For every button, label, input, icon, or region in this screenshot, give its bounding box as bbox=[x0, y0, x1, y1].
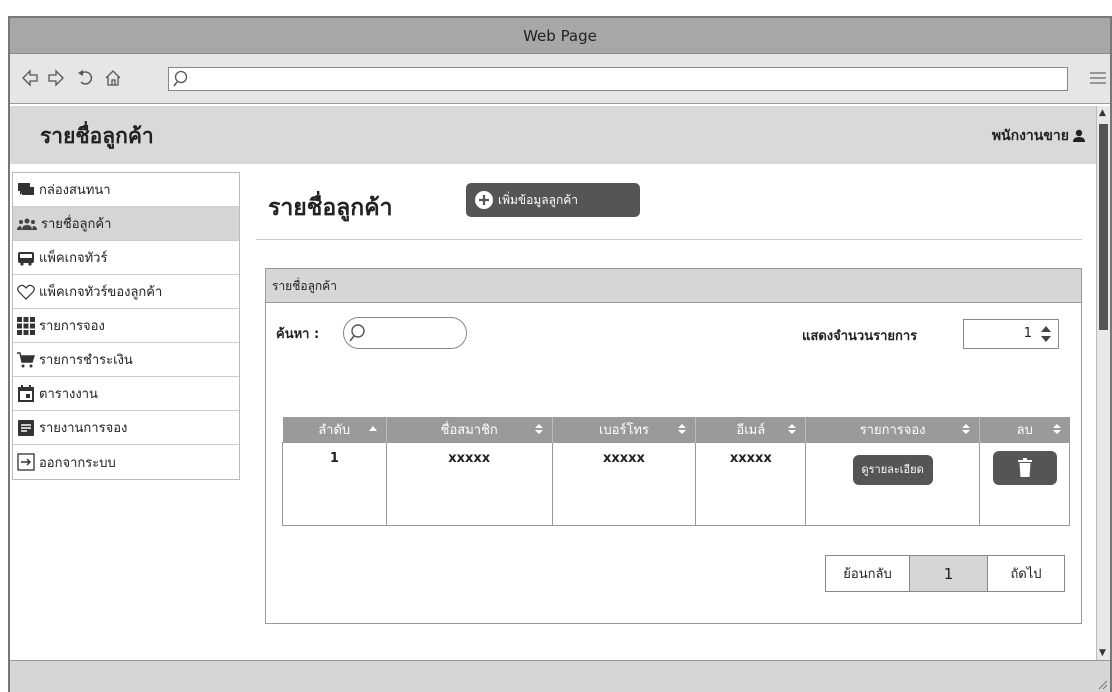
home-icon[interactable] bbox=[103, 68, 123, 88]
col-header-bookings[interactable]: รายการจอง bbox=[805, 417, 981, 442]
customer-table: ลำดับ ชื่อสมาชิก เบอร์โทร อีเมล์ รายการจ… bbox=[282, 417, 1070, 526]
search-label: ค้นหา : bbox=[276, 327, 320, 342]
page-size-label: แสดงจำนวนรายการ bbox=[802, 329, 918, 344]
browser-window: Web Page รายชื่อลูกค้า พนักงานขาย กล่องส… bbox=[8, 16, 1112, 692]
sort-icon bbox=[962, 424, 971, 434]
users-icon bbox=[17, 218, 37, 230]
back-icon[interactable] bbox=[20, 68, 40, 88]
app-title: รายชื่อลูกค้า bbox=[40, 124, 154, 148]
table-row: 1 xxxxx xxxxx xxxxx ดูรายละเอียด bbox=[282, 441, 1070, 526]
search-input[interactable] bbox=[374, 324, 460, 342]
browser-toolbar bbox=[10, 54, 1110, 104]
sort-icon bbox=[534, 424, 543, 434]
col-header-phone[interactable]: เบอร์โทร bbox=[552, 417, 697, 442]
window-title: Web Page bbox=[10, 18, 1110, 54]
user-menu[interactable]: พนักงานขาย bbox=[992, 125, 1086, 147]
col-header-no[interactable]: ลำดับ bbox=[282, 417, 387, 442]
sort-icon bbox=[678, 424, 687, 434]
plus-circle-icon bbox=[475, 191, 493, 209]
add-customer-button[interactable]: เพิ่มข้อมูลลูกค้า bbox=[466, 183, 640, 217]
sort-icon bbox=[1052, 424, 1061, 434]
sidebar-item-payments[interactable]: รายการชำระเงิน bbox=[13, 343, 239, 377]
trash-icon bbox=[1017, 457, 1032, 477]
bus-icon bbox=[18, 251, 34, 266]
pagination: ย้อนกลับ 1 ถัดไป bbox=[825, 555, 1065, 592]
customer-panel: รายชื่อลูกค้า ค้นหา : แสดงจำนวนรายการ 1 … bbox=[265, 268, 1082, 624]
sidebar-item-label: รายการชำระเงิน bbox=[39, 353, 133, 368]
app-header: รายชื่อลูกค้า พนักงานขาย bbox=[10, 106, 1098, 164]
sidebar-item-label: รายชื่อลูกค้า bbox=[41, 217, 112, 232]
sidebar-item-chat[interactable]: กล่องสนทนา bbox=[13, 173, 239, 207]
scroll-up-icon[interactable]: ▲ bbox=[1099, 108, 1106, 118]
prev-page-button[interactable]: ย้อนกลับ bbox=[826, 556, 910, 591]
sidebar-item-label: ตารางงาน bbox=[39, 387, 98, 402]
search-box[interactable] bbox=[343, 317, 467, 349]
url-bar[interactable] bbox=[168, 67, 1068, 91]
col-header-delete[interactable]: ลบ bbox=[979, 417, 1070, 442]
sort-icon bbox=[788, 424, 797, 434]
page-title: รายชื่อลูกค้า bbox=[268, 195, 393, 221]
scroll-thumb[interactable] bbox=[1099, 124, 1108, 330]
vertical-scrollbar[interactable]: ▲ ▼ bbox=[1096, 106, 1110, 660]
cell-delete bbox=[979, 441, 1070, 526]
cell-phone: xxxxx bbox=[551, 441, 697, 526]
search-icon bbox=[349, 324, 365, 342]
cell-no: 1 bbox=[282, 441, 387, 526]
sidebar-item-bookings[interactable]: รายการจอง bbox=[13, 309, 239, 343]
sidebar-item-label: กล่องสนทนา bbox=[39, 183, 111, 198]
current-page[interactable]: 1 bbox=[910, 556, 988, 591]
view-details-button[interactable]: ดูรายละเอียด bbox=[852, 454, 933, 485]
sidebar-item-label: แพ็คเกจทัวร์ bbox=[39, 251, 108, 266]
sidebar-item-tour-packages[interactable]: แพ็คเกจทัวร์ bbox=[13, 241, 239, 275]
chat-icon bbox=[18, 182, 34, 195]
sidebar-item-label: รายการจอง bbox=[39, 319, 105, 334]
menu-icon[interactable] bbox=[1088, 68, 1108, 88]
user-label: พนักงานขาย bbox=[991, 128, 1069, 144]
page-size-value: 1 bbox=[1023, 326, 1032, 341]
cart-icon bbox=[17, 351, 35, 367]
next-page-button[interactable]: ถัดไป bbox=[988, 556, 1064, 591]
delete-button[interactable] bbox=[992, 450, 1057, 485]
grid-icon bbox=[17, 316, 35, 335]
logout-icon bbox=[17, 453, 35, 471]
forward-icon[interactable] bbox=[46, 68, 66, 88]
sidebar-item-label: ออกจากระบบ bbox=[39, 455, 116, 471]
resize-grip-icon[interactable] bbox=[1096, 678, 1108, 690]
calendar-icon bbox=[18, 384, 34, 402]
report-icon bbox=[18, 419, 34, 436]
col-header-name[interactable]: ชื่อสมาชิก bbox=[386, 417, 553, 442]
sidebar-item-schedule[interactable]: ตารางงาน bbox=[13, 377, 239, 411]
cell-bookings: ดูรายละเอียด bbox=[805, 441, 981, 526]
scroll-down-icon[interactable]: ▼ bbox=[1099, 648, 1106, 658]
sidebar-item-reports[interactable]: รายงานการจอง bbox=[13, 411, 239, 445]
search-icon bbox=[173, 70, 188, 87]
heart-icon bbox=[17, 284, 35, 300]
status-bar bbox=[10, 660, 1110, 692]
page-viewport: รายชื่อลูกค้า พนักงานขาย กล่องสนทนา รายช… bbox=[10, 106, 1098, 660]
reload-icon[interactable] bbox=[76, 68, 96, 88]
add-customer-label: เพิ่มข้อมูลลูกค้า bbox=[498, 192, 578, 207]
page-size-stepper[interactable]: 1 bbox=[963, 319, 1059, 349]
sidebar-nav: กล่องสนทนา รายชื่อลูกค้า แพ็คเกจทัวร์ แพ… bbox=[12, 172, 240, 480]
sidebar-item-label: รายงานการจอง bbox=[39, 421, 128, 436]
url-input[interactable] bbox=[195, 70, 1055, 88]
cell-email: xxxxx bbox=[695, 441, 807, 526]
user-icon bbox=[1073, 129, 1085, 142]
sidebar-item-logout[interactable]: ออกจากระบบ bbox=[13, 445, 239, 479]
sidebar-item-label: แพ็คเกจทัวร์ของลูกค้า bbox=[39, 285, 163, 300]
cell-name: xxxxx bbox=[385, 441, 553, 526]
col-header-email[interactable]: อีเมล์ bbox=[695, 417, 807, 442]
sidebar-item-customers[interactable]: รายชื่อลูกค้า bbox=[13, 207, 239, 241]
title-divider bbox=[256, 239, 1082, 240]
sort-asc-icon bbox=[368, 426, 377, 431]
sidebar-item-customer-packages[interactable]: แพ็คเกจทัวร์ของลูกค้า bbox=[13, 275, 239, 309]
stepper-arrows-icon[interactable] bbox=[1040, 325, 1052, 343]
panel-title: รายชื่อลูกค้า bbox=[266, 269, 1081, 303]
